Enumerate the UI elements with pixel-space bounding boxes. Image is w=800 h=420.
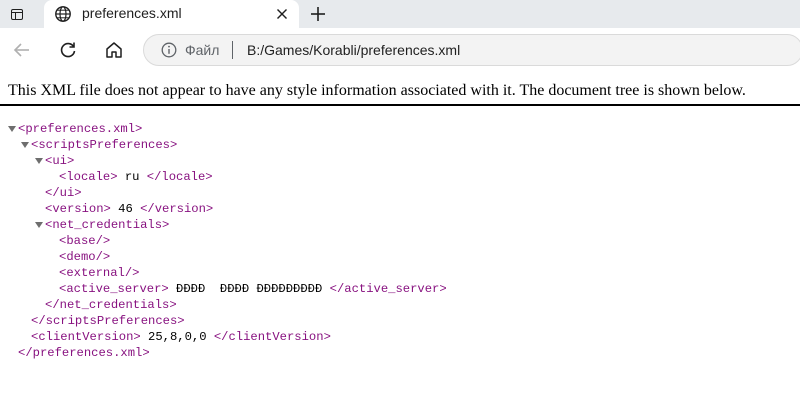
tab-title: preferences.xml [82, 5, 182, 21]
new-tab-button[interactable] [306, 2, 330, 26]
collapse-toggle-icon[interactable] [35, 222, 43, 228]
tab-close-button[interactable] [272, 4, 292, 24]
xml-line-locale: <locale> ru </locale> [59, 170, 213, 184]
back-button[interactable] [8, 36, 36, 64]
info-icon[interactable] [161, 42, 177, 58]
xml-info-message: This XML file does not appear to have an… [8, 82, 746, 99]
collapse-toggle-icon[interactable] [21, 142, 29, 148]
xml-line-client-version: <clientVersion> 25,8,0,0 </clientVersion… [31, 330, 331, 344]
window-icon [11, 8, 23, 20]
browser-toolbar: Файл B:/Games/Korabli/preferences.xml [0, 28, 800, 72]
reload-button[interactable] [54, 36, 82, 64]
xml-line-root-close: </preferences.xml> [18, 346, 150, 360]
tab-actions-button[interactable] [6, 4, 28, 24]
xml-line-ui-close: </ui> [45, 186, 82, 200]
address-url[interactable]: B:/Games/Korabli/preferences.xml [247, 42, 460, 58]
back-arrow-icon [13, 43, 29, 57]
plus-icon [311, 7, 325, 21]
xml-line-net-open: <net_credentials> [45, 218, 170, 232]
xml-line-active-server: <active_server> ÐÐÐÐ ÐÐÐÐ ÐÐÐÐÐÐÐÐÐ </ac… [59, 282, 447, 296]
collapse-toggle-icon[interactable] [8, 126, 16, 132]
xml-line-scripts-close: </scriptsPreferences> [31, 314, 185, 328]
xml-line-ui-open: <ui> [45, 154, 75, 168]
xml-line-version: <version> 46 </version> [45, 202, 214, 216]
xml-line-demo: <demo/> [59, 250, 111, 264]
xml-line-external: <external/> [59, 266, 140, 280]
xml-line-scripts-open: <scriptsPreferences> [31, 138, 178, 152]
xml-line-root-open: <preferences.xml> [18, 122, 143, 136]
globe-icon [55, 6, 71, 22]
tab-strip: preferences.xml [0, 0, 800, 28]
home-button[interactable] [100, 36, 128, 64]
xml-style-info-bar: This XML file does not appear to have an… [0, 72, 800, 106]
address-scheme-label: Файл [185, 42, 220, 58]
home-icon [106, 42, 122, 58]
xml-line-net-close: </net_credentials> [45, 298, 177, 312]
reload-icon [60, 42, 76, 58]
collapse-toggle-icon[interactable] [35, 158, 43, 164]
address-bar[interactable]: Файл B:/Games/Korabli/preferences.xml [143, 34, 800, 66]
tab-active[interactable]: preferences.xml [44, 0, 299, 28]
address-separator [232, 41, 233, 59]
close-icon [277, 9, 287, 19]
xml-line-base: <base/> [59, 234, 111, 248]
page-content: This XML file does not appear to have an… [0, 72, 800, 420]
